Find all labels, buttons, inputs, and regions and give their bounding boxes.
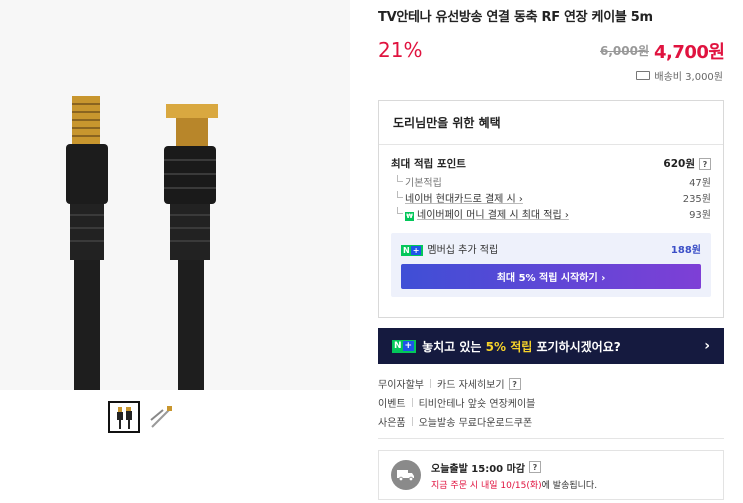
hyundai-card-link[interactable]: 네이버 현대카드로 결제 시 ›	[405, 190, 523, 205]
naver-n-glyph: N	[394, 341, 402, 351]
divider	[411, 398, 413, 407]
help-icon[interactable]: ?	[529, 461, 541, 473]
divider	[411, 417, 413, 426]
benefit-row-basic: 기본적립 47원	[391, 173, 711, 189]
plus-glyph: +	[410, 246, 422, 255]
help-icon[interactable]: ?	[508, 377, 521, 390]
original-price: 6,000원	[600, 44, 649, 58]
delivery-info-box: 오늘출발 15:00 마감? 지금 주문 시 내일 10/15(화)에 발송됩니…	[378, 450, 724, 500]
cable-thumb-icon	[150, 406, 172, 428]
benefit-row-npay: ₩ 네이버페이 머니 결제 시 최대 적립 › 93원	[391, 205, 711, 221]
npay-money-icon: ₩	[405, 211, 414, 221]
benefit-label: 기본적립	[405, 177, 442, 189]
product-main-image	[0, 0, 350, 390]
discount-rate: 21%	[378, 38, 423, 62]
naver-n-glyph: N	[403, 246, 410, 255]
product-info-list: 무이자할부 카드 자세히보기? 이벤트 티비안테나 앞숏 연장케이블 사은품 오늘발송…	[378, 374, 535, 431]
membership-label: 멤버십 추가 적립	[427, 245, 499, 256]
benefit-value: 93원	[689, 209, 711, 221]
thumbnail-2[interactable]	[146, 401, 178, 433]
naver-plus-icon: N +	[401, 245, 424, 256]
benefit-row-card: 네이버 현대카드로 결제 시 › 235원	[391, 189, 711, 205]
shipping-fee-text: 배송비 3,000원	[654, 72, 723, 83]
rf-cable-illustration	[0, 0, 350, 390]
benefit-heading: 도리님만을 위한 혜택	[379, 101, 723, 145]
truck-icon	[391, 460, 421, 490]
plus-glyph: +	[402, 341, 415, 351]
divider	[430, 379, 431, 388]
info-row-installment: 무이자할부 카드 자세히보기?	[378, 374, 535, 393]
cable-thumb-icon	[117, 407, 132, 429]
section-divider	[378, 438, 724, 439]
promo-highlight: 5% 적립	[485, 339, 533, 354]
start-membership-button[interactable]: 최대 5% 적립 시작하기 ›	[401, 264, 701, 289]
thumbnail-1[interactable]	[108, 401, 140, 433]
info-key: 사은품	[378, 418, 406, 429]
card-details-link[interactable]: 카드 자세히보기	[437, 376, 505, 391]
info-value: 티비안테나 앞숏 연장케이블	[418, 399, 536, 410]
delivery-date-suffix: 에 발송됩니다.	[541, 480, 598, 491]
help-icon[interactable]: ?	[699, 157, 711, 170]
info-row-gift: 사은품 오늘발송 무료다운로드쿠폰	[378, 412, 535, 431]
promo-text-after: 포기하시겠어요?	[532, 339, 621, 354]
max-points-label: 최대 적립 포인트	[391, 157, 466, 170]
membership-value: 188원	[670, 245, 701, 256]
benefit-value: 235원	[682, 193, 711, 205]
info-key: 무이자할부	[378, 380, 424, 391]
benefit-panel: 도리님만을 위한 혜택 최대 적립 포인트 620원? 기본적립 47원 네이버…	[378, 100, 724, 318]
truck-icon	[636, 71, 651, 80]
thumbnail-strip	[108, 401, 178, 433]
membership-promo-banner[interactable]: N + 놓치고 있는 5% 적립 포기하시겠어요? ›	[378, 328, 724, 364]
max-points-row: 최대 적립 포인트 620원?	[391, 155, 711, 171]
shipping-fee: 배송비 3,000원	[636, 68, 723, 83]
chevron-right-icon: ›	[704, 338, 710, 354]
max-points-value: 620원	[663, 157, 695, 170]
membership-box: N + 멤버십 추가 적립 188원 최대 5% 적립 시작하기 ›	[391, 233, 711, 297]
delivery-title: 오늘출발 15:00 마감	[431, 463, 525, 475]
info-key: 이벤트	[378, 399, 406, 410]
product-title: TV안테나 유선방송 연결 동축 RF 연장 케이블 5m	[378, 10, 653, 25]
info-row-event: 이벤트 티비안테나 앞숏 연장케이블	[378, 393, 535, 412]
delivery-date: 지금 주문 시 내일 10/15(화)	[431, 480, 542, 491]
benefit-value: 47원	[689, 177, 711, 189]
promo-text-before: 놓치고 있는	[422, 339, 486, 354]
sale-price: 4,700원	[654, 42, 725, 63]
promo-text: 놓치고 있는 5% 적립 포기하시겠어요?	[422, 338, 621, 355]
info-value: 오늘발송 무료다운로드쿠폰	[418, 418, 533, 429]
naver-plus-icon: N +	[392, 339, 417, 353]
npay-money-link[interactable]: 네이버페이 머니 결제 시 최대 적립 ›	[417, 210, 569, 221]
